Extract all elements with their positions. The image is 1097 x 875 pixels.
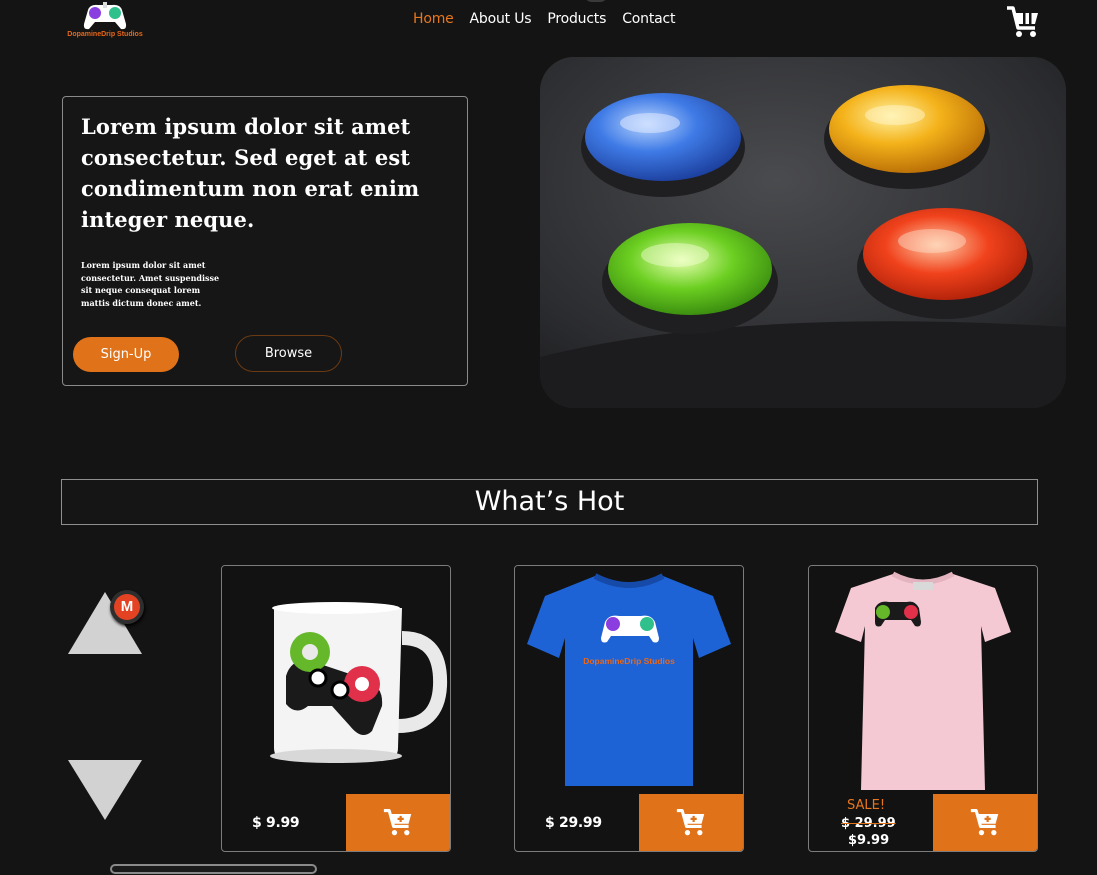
add-to-cart-icon (383, 808, 412, 836)
hero-image-controller-buttons (540, 57, 1066, 408)
blue-tshirt-image: DopamineDrip Studios (515, 566, 743, 794)
brand-logo[interactable]: DopamineDrip Studios (66, 0, 144, 42)
whats-hot-heading: What’s Hot (61, 479, 1038, 525)
product-card-pink-tshirt[interactable]: SALE! $ 29.99 $9.99 (808, 565, 1038, 852)
signup-button[interactable]: Sign-Up (73, 337, 179, 372)
nav-home[interactable]: Home (413, 11, 454, 27)
add-to-cart-button[interactable] (933, 794, 1037, 851)
old-price: $ 29.99 (841, 816, 896, 831)
shopping-cart-icon (1007, 6, 1038, 37)
logo-text: DopamineDrip Studios (67, 31, 143, 38)
horizontal-scrollbar[interactable] (110, 864, 317, 874)
cart-button[interactable] (1005, 4, 1041, 40)
badge-letter: M (114, 594, 140, 620)
product-price: $ 9.99 (252, 815, 300, 831)
add-to-cart-icon (676, 808, 705, 836)
product-price: $ 29.99 (545, 815, 602, 831)
mug-image (222, 566, 450, 794)
nav-products[interactable]: Products (547, 11, 606, 27)
shirt-logo-text: DopamineDrip Studios (583, 656, 675, 666)
pink-tshirt-image (809, 566, 1037, 794)
page: DopamineDrip Studios Home About Us Produ… (0, 0, 1097, 875)
add-to-cart-button[interactable] (639, 794, 743, 851)
sale-label: SALE! (847, 798, 886, 813)
browse-button[interactable]: Browse (235, 335, 342, 372)
nav-about-us[interactable]: About Us (470, 11, 532, 27)
gamepad-logo-icon (83, 2, 127, 30)
carousel-down-arrow-icon[interactable] (66, 758, 144, 822)
sale-price: $9.99 (848, 833, 890, 848)
main-nav: Home About Us Products Contact (413, 11, 691, 27)
hero-title: Lorem ipsum dolor sit amet consectetur. … (81, 114, 420, 232)
nav-contact[interactable]: Contact (622, 11, 675, 27)
hero-subtitle: Lorem ipsum dolor sit amet consectetur. … (81, 260, 220, 308)
add-to-cart-icon (970, 808, 999, 836)
product-card-mug[interactable]: $ 9.99 (221, 565, 451, 852)
product-card-blue-tshirt[interactable]: DopamineDrip Studios $ 29.99 (514, 565, 744, 852)
add-to-cart-button[interactable] (346, 794, 450, 851)
nav-tab-decoration (584, 0, 608, 2)
hero-card: Lorem ipsum dolor sit amet consectetur. … (62, 96, 468, 386)
badge-avatar[interactable]: M (110, 590, 144, 624)
